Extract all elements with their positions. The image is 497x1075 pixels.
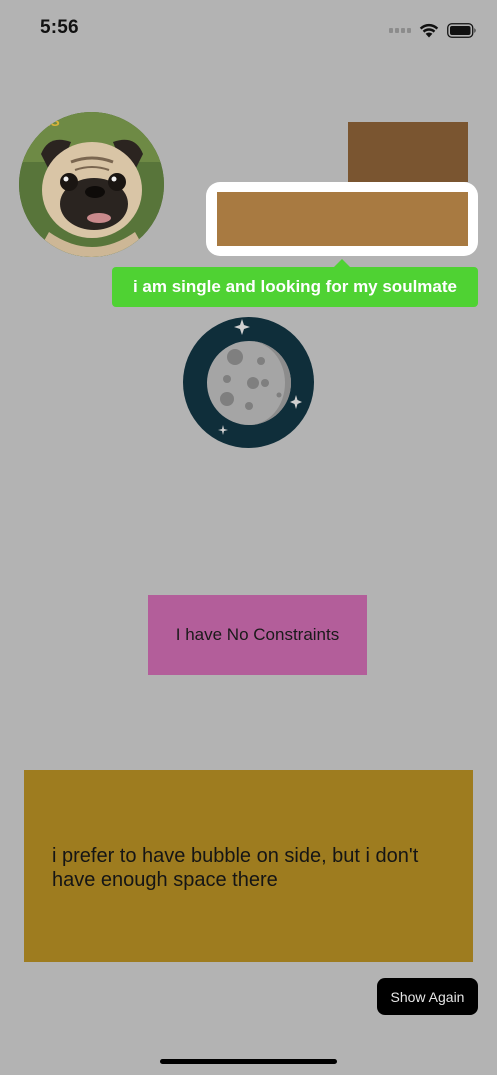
side-bubble-text: i prefer to have bubble on side, but i d… bbox=[52, 845, 419, 891]
moon-icon[interactable] bbox=[183, 317, 314, 448]
avatar-logo: ES bbox=[41, 113, 60, 129]
pug-avatar[interactable]: ES bbox=[19, 112, 164, 257]
tooltip-bubble[interactable]: i am single and looking for my soulmate bbox=[112, 267, 478, 307]
wifi-icon bbox=[419, 23, 439, 38]
no-constraints-label: I have No Constraints bbox=[175, 625, 340, 644]
tooltip-text: i am single and looking for my soulmate bbox=[132, 277, 457, 296]
show-again-button[interactable]: Show Again bbox=[377, 978, 478, 1015]
brown-box-dark bbox=[348, 122, 468, 182]
side-bubble-box[interactable]: i prefer to have bubble on side, but i d… bbox=[24, 770, 473, 962]
no-constraints-box[interactable]: I have No Constraints bbox=[148, 595, 367, 675]
tooltip-arrow bbox=[334, 259, 350, 267]
status-time: 5:56 bbox=[40, 17, 79, 38]
battery-icon bbox=[447, 22, 477, 38]
home-indicator[interactable] bbox=[160, 1059, 337, 1064]
cellular-signal-icon bbox=[389, 27, 411, 33]
status-icons bbox=[389, 20, 477, 40]
brown-box-highlighted[interactable] bbox=[217, 192, 468, 246]
